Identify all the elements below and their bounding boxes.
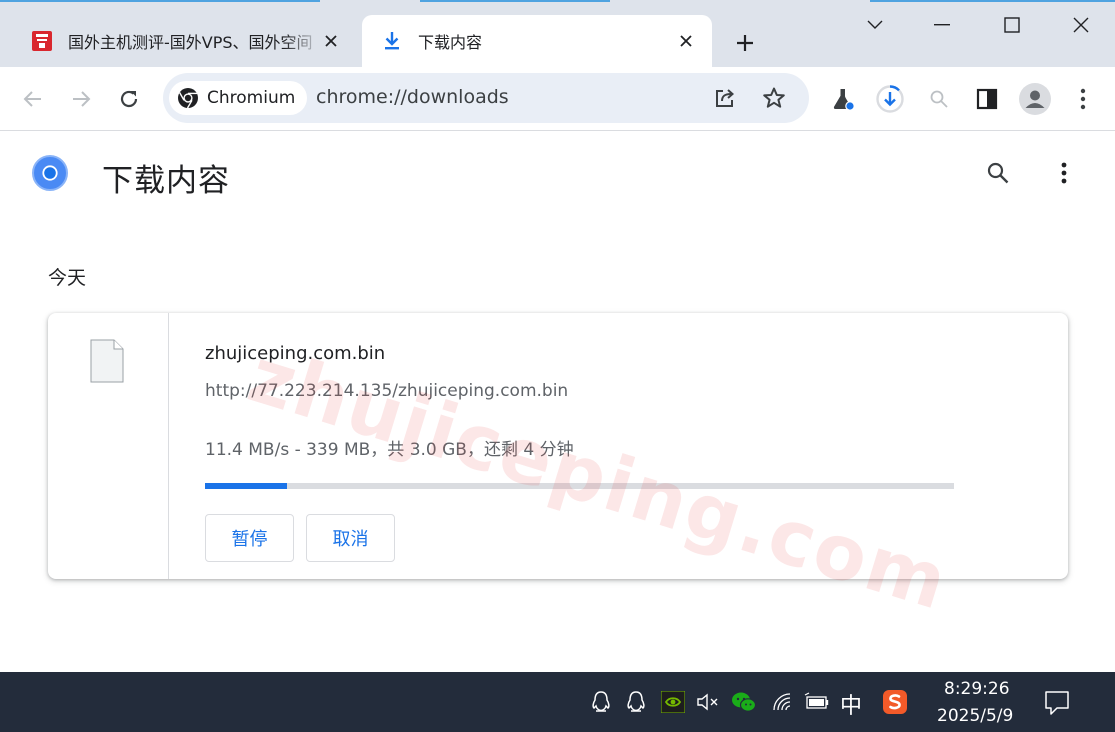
qq-penguin-icon — [627, 691, 645, 712]
toolbar: Chromium chrome://downloads — [0, 67, 1115, 131]
tab-strip-accent-line — [420, 0, 610, 2]
chip-label: Chromium — [207, 88, 296, 108]
close-icon — [1073, 17, 1089, 33]
side-panel-button[interactable] — [971, 83, 1003, 115]
downloads-button[interactable] — [874, 83, 906, 115]
tab-strip-accent-line — [870, 0, 1115, 2]
tab-zhujiceping[interactable]: 国外主机测评-国外VPS、国外空间 — [12, 15, 357, 67]
tab-strip: 国外主机测评-国外VPS、国外空间 下载内容 — [0, 0, 1115, 67]
share-icon — [716, 89, 735, 107]
tray-qq-icon-2[interactable] — [623, 689, 649, 715]
tray-sogou-icon[interactable] — [882, 689, 908, 715]
minimize-icon — [934, 24, 950, 26]
close-icon — [325, 35, 337, 47]
notification-center-icon[interactable] — [1043, 689, 1071, 717]
maximize-button[interactable] — [995, 10, 1029, 40]
download-progress-bar — [205, 483, 954, 489]
reload-button[interactable] — [113, 83, 145, 115]
tray-battery-icon[interactable] — [804, 689, 830, 715]
wechat-icon — [732, 692, 757, 712]
speaker-muted-icon — [697, 693, 718, 711]
nvidia-icon — [661, 691, 685, 713]
file-icon-column — [48, 313, 169, 579]
pause-button[interactable]: 暂停 — [205, 514, 294, 562]
tray-wechat-icon[interactable] — [731, 689, 757, 715]
download-item-card: zhujiceping.com.bin http://77.223.214.13… — [48, 313, 1068, 579]
maximize-icon — [1004, 17, 1020, 33]
chromium-icon — [178, 88, 198, 109]
clock-time[interactable]: 8:29:26 — [944, 679, 1010, 699]
zoom-button[interactable] — [923, 83, 955, 115]
tab-title: 下载内容 — [418, 33, 483, 52]
file-icon — [90, 339, 124, 383]
search-icon — [987, 162, 1009, 184]
labs-button[interactable] — [827, 83, 859, 115]
tab-title: 国外主机测评-国外VPS、国外空间 — [68, 33, 313, 52]
reload-icon — [120, 90, 138, 108]
share-button[interactable] — [710, 83, 740, 113]
page-title: 下载内容 — [102, 163, 230, 199]
tray-volume-muted-icon[interactable] — [695, 689, 721, 715]
minimize-button[interactable] — [925, 10, 959, 40]
arrow-right-icon — [73, 91, 91, 107]
wifi-icon — [773, 693, 791, 711]
forward-button[interactable] — [65, 83, 97, 115]
back-button[interactable] — [17, 83, 49, 115]
download-icon — [385, 32, 399, 50]
tab-strip-accent-line — [0, 0, 320, 2]
qq-penguin-icon — [592, 691, 610, 712]
source-url-link[interactable]: http://77.223.214.135/zhujiceping.com.bi… — [205, 381, 568, 401]
close-tab-button[interactable] — [321, 31, 341, 51]
tab-downloads[interactable]: 下载内容 — [362, 15, 712, 67]
site-favicon-icon — [32, 31, 52, 51]
download-progress-fill — [205, 483, 288, 489]
kebab-menu-icon — [1061, 162, 1067, 184]
url-text[interactable]: chrome://downloads — [316, 86, 509, 108]
more-actions-button[interactable] — [1049, 158, 1079, 188]
browser-menu-button[interactable] — [1067, 83, 1099, 115]
tray-network-icon[interactable] — [770, 689, 796, 715]
battery-charging-icon — [804, 692, 829, 709]
profile-button[interactable] — [1019, 83, 1051, 115]
plus-icon — [737, 35, 753, 51]
bookmark-star-button[interactable] — [759, 83, 789, 113]
flask-icon — [833, 89, 855, 111]
tray-nvidia-icon[interactable] — [660, 689, 686, 715]
sogou-input-icon — [883, 690, 907, 714]
chevron-down-icon — [867, 20, 883, 29]
chromium-logo-icon — [32, 155, 68, 191]
ime-indicator[interactable]: 中 — [840, 688, 862, 720]
close-icon — [680, 35, 692, 47]
window-close-button[interactable] — [1064, 10, 1098, 40]
site-info-chip[interactable]: Chromium — [169, 81, 308, 115]
new-tab-button[interactable] — [730, 28, 760, 58]
download-progress-icon — [876, 85, 904, 113]
clock-date[interactable]: 2025/5/9 — [937, 706, 1013, 726]
tray-qq-icon-1[interactable] — [588, 689, 614, 715]
date-section-header: 今天 — [48, 267, 87, 289]
file-name-link[interactable]: zhujiceping.com.bin — [205, 343, 385, 364]
side-panel-icon — [976, 88, 998, 110]
avatar-icon — [1019, 83, 1051, 115]
taskbar: 中 8:29:26 2025/5/9 — [0, 672, 1115, 732]
tab-search-button[interactable] — [858, 10, 892, 40]
download-status: 11.4 MB/s - 339 MB，共 3.0 GB，还剩 4 分钟 — [205, 440, 574, 460]
arrow-left-icon — [23, 91, 41, 107]
magnifier-icon — [930, 90, 948, 108]
close-tab-button[interactable] — [676, 31, 696, 51]
kebab-menu-icon — [1080, 88, 1086, 110]
omnibox[interactable]: Chromium chrome://downloads — [163, 73, 809, 123]
star-icon — [763, 87, 785, 108]
cancel-button[interactable]: 取消 — [306, 514, 395, 562]
search-downloads-button[interactable] — [983, 158, 1013, 188]
